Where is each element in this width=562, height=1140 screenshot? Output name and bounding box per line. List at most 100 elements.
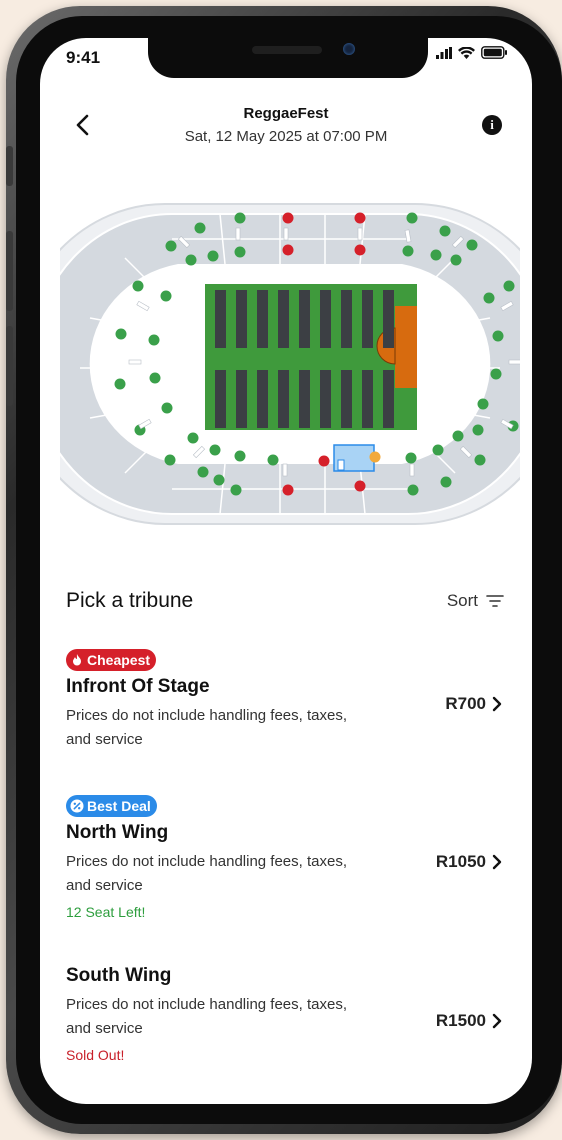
selected-section[interactable] — [333, 444, 375, 472]
available-seat-dot[interactable] — [149, 372, 161, 384]
stand-entrance-marker — [128, 359, 142, 365]
floor-seat-row — [383, 290, 394, 348]
available-seat-dot[interactable] — [503, 280, 515, 292]
available-seat-dot[interactable] — [148, 334, 160, 346]
best-deal-badge: Best Deal — [66, 795, 157, 817]
available-seat-dot[interactable] — [432, 444, 444, 456]
event-datetime: Sat, 12 May 2025 at 07:00 PM — [184, 128, 388, 145]
volume-up-button — [6, 231, 13, 311]
available-seat-dot[interactable] — [234, 212, 246, 224]
notch — [148, 38, 428, 78]
tribune-description: Prices do not include handling fees, tax… — [66, 707, 348, 748]
available-seat-dot[interactable] — [132, 280, 144, 292]
available-seat-dot[interactable] — [209, 444, 221, 456]
available-seat-dot[interactable] — [194, 222, 206, 234]
available-seat-dot[interactable] — [164, 454, 176, 466]
available-seat-dot[interactable] — [161, 402, 173, 414]
available-seat-dot[interactable] — [440, 476, 452, 488]
floor-seat-row — [278, 290, 289, 348]
available-seat-dot[interactable] — [466, 239, 478, 251]
section-title: Pick a tribune — [66, 589, 194, 612]
available-seat-dot[interactable] — [207, 250, 219, 262]
floor-seat-row — [299, 370, 310, 428]
sold-seat-dot[interactable] — [282, 484, 294, 496]
available-seat-dot[interactable] — [492, 330, 504, 342]
floor-seat-row — [257, 370, 268, 428]
speaker — [252, 46, 322, 54]
price-label: R700 — [445, 694, 486, 713]
signal-icon — [436, 46, 452, 59]
available-seat-dot[interactable] — [114, 378, 126, 390]
available-seat-dot[interactable] — [490, 368, 502, 380]
sold-seat-dot[interactable] — [318, 455, 330, 467]
available-seat-dot[interactable] — [405, 452, 417, 464]
fire-icon — [73, 654, 81, 666]
badge-label: Best Deal — [87, 798, 151, 814]
floor-seat-row — [278, 370, 289, 428]
available-seat-dot[interactable] — [165, 240, 177, 252]
tribune-name: North Wing — [66, 822, 169, 843]
available-seat-dot[interactable] — [406, 212, 418, 224]
sold-seat-dot[interactable] — [354, 212, 366, 224]
available-seat-dot[interactable] — [450, 254, 462, 266]
floor-seat-row — [236, 370, 247, 428]
sold-seat-dot[interactable] — [354, 244, 366, 256]
floor-seat-row — [320, 370, 331, 428]
available-seat-dot[interactable] — [197, 466, 209, 478]
tribune-name: Infront Of Stage — [66, 676, 210, 697]
available-seat-dot[interactable] — [402, 245, 414, 257]
available-seat-dot[interactable] — [185, 254, 197, 266]
selected-seat-dot[interactable] — [369, 451, 381, 463]
available-seat-dot[interactable] — [160, 290, 172, 302]
available-seat-dot[interactable] — [115, 328, 127, 340]
available-seat-dot[interactable] — [230, 484, 242, 496]
available-seat-dot[interactable] — [483, 292, 495, 304]
wifi-icon — [458, 46, 475, 59]
available-seat-dot[interactable] — [187, 432, 199, 444]
stand-entrance-marker — [508, 359, 520, 365]
sold-out-note: Sold Out! — [66, 1047, 125, 1063]
available-seat-dot[interactable] — [452, 430, 464, 442]
badge-label: Cheapest — [87, 652, 151, 668]
tribune-price[interactable]: R700 — [445, 694, 502, 714]
price-label: R1500 — [435, 1011, 486, 1030]
available-seat-dot[interactable] — [407, 484, 419, 496]
available-seat-dot[interactable] — [430, 249, 442, 261]
tribune-price[interactable]: R1500 — [436, 1011, 502, 1031]
available-seat-dot[interactable] — [477, 398, 489, 410]
floor-seat-row — [257, 290, 268, 348]
chevron-right-icon — [492, 1013, 502, 1029]
available-seat-dot[interactable] — [474, 454, 486, 466]
chevron-right-icon — [492, 854, 502, 870]
cheapest-badge: Cheapest — [66, 649, 157, 671]
stand-entrance-marker — [357, 227, 363, 241]
sold-seat-dot[interactable] — [282, 212, 294, 224]
battery-icon — [481, 46, 507, 59]
floor-seat-row — [236, 290, 247, 348]
app-screen: 9:41 ReggaeFest Sat, 12 May 2025 at 07:0… — [40, 38, 532, 1104]
available-seat-dot[interactable] — [439, 225, 451, 237]
available-seat-dot[interactable] — [267, 454, 279, 466]
available-seat-dot[interactable] — [472, 424, 484, 436]
sold-seat-dot[interactable] — [354, 480, 366, 492]
tribune-item-south-wing[interactable]: South Wing Prices do not include handlin… — [66, 965, 502, 1063]
floor-seat-row — [215, 370, 226, 428]
available-seat-dot[interactable] — [213, 474, 225, 486]
seats-left-note: 12 Seat Left! — [66, 904, 146, 920]
tribune-description: Prices do not include handling fees, tax… — [66, 996, 348, 1037]
sort-button[interactable]: Sort — [447, 591, 504, 611]
tribune-item-north-wing[interactable]: Best Deal North Wing Prices do not inclu… — [66, 795, 502, 920]
price-label: R1050 — [435, 852, 486, 871]
tribune-price[interactable]: R1050 — [436, 852, 502, 872]
stadium-seat-map[interactable] — [60, 198, 520, 528]
available-seat-dot[interactable] — [234, 450, 246, 462]
available-seat-dot[interactable] — [234, 246, 246, 258]
sort-filter-icon — [486, 595, 504, 607]
mute-switch — [6, 146, 13, 186]
stand-entrance-marker — [235, 227, 241, 241]
tribune-item-infront-of-stage[interactable]: Cheapest Infront Of Stage Prices do not … — [66, 649, 502, 752]
floor-seat-row — [320, 290, 331, 348]
chevron-right-icon — [492, 696, 502, 712]
info-icon[interactable]: i — [482, 115, 502, 135]
sold-seat-dot[interactable] — [282, 244, 294, 256]
